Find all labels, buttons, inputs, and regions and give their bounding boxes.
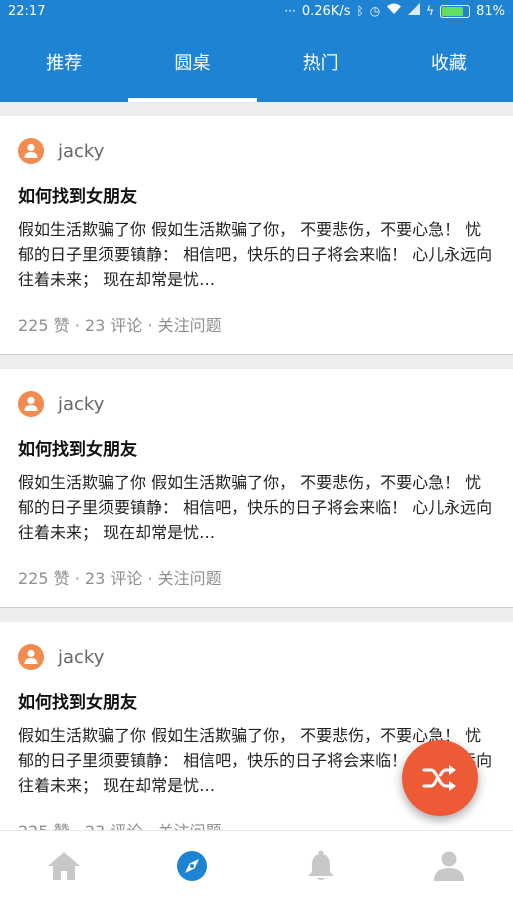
home-icon — [48, 851, 81, 880]
card-stats: 225 赞 · 23 评论 · 关注问题 — [18, 569, 222, 588]
nav-discover[interactable] — [128, 831, 256, 900]
question-card[interactable]: jacky 如何找到女朋友 假如生活欺骗了你 假如生活欺骗了你， 不要悲伤，不要… — [0, 369, 513, 608]
profile-icon — [433, 851, 464, 881]
compass-icon — [177, 850, 208, 881]
question-title[interactable]: 如何找到女朋友 — [18, 688, 495, 713]
avatar[interactable] — [18, 138, 44, 164]
tab-favorites[interactable]: 收藏 — [385, 22, 513, 102]
question-card[interactable]: jacky 如何找到女朋友 假如生活欺骗了你 假如生活欺骗了你， 不要悲伤，不要… — [0, 116, 513, 355]
nav-profile[interactable] — [385, 831, 513, 900]
tab-hot[interactable]: 热门 — [257, 22, 385, 102]
battery-fill — [442, 6, 464, 16]
question-title[interactable]: 如何找到女朋友 — [18, 182, 495, 207]
author-row[interactable]: jacky — [18, 369, 495, 417]
bell-icon — [307, 850, 334, 880]
answer-excerpt[interactable]: 假如生活欺骗了你 假如生活欺骗了你， 不要悲伤，不要心急！ 忧郁的日子里须要镇静… — [18, 217, 495, 292]
nav-notifications[interactable] — [257, 831, 385, 900]
tab-label: 热门 — [302, 53, 339, 74]
top-tab-bar: 推荐 圆桌 热门 收藏 — [0, 22, 513, 102]
person-icon — [24, 143, 38, 158]
signal-dots-icon: ··· — [284, 4, 296, 18]
author-name[interactable]: jacky — [58, 141, 104, 162]
question-title[interactable]: 如何找到女朋友 — [18, 435, 495, 460]
author-row[interactable]: jacky — [18, 116, 495, 164]
shuffle-fab-button[interactable] — [402, 740, 478, 816]
tab-label: 推荐 — [46, 53, 83, 74]
author-row[interactable]: jacky — [18, 622, 495, 670]
battery-icon — [440, 4, 471, 18]
author-name[interactable]: jacky — [58, 394, 104, 415]
tab-recommend[interactable]: 推荐 — [0, 22, 128, 102]
person-icon — [24, 649, 38, 664]
bottom-navigation — [0, 830, 513, 900]
avatar[interactable] — [18, 391, 44, 417]
shuffle-icon — [422, 765, 456, 791]
bluetooth-icon: ᛒ — [356, 4, 364, 18]
charging-icon: ϟ — [426, 4, 435, 18]
avatar[interactable] — [18, 644, 44, 670]
tab-label: 收藏 — [430, 53, 467, 74]
person-icon — [24, 396, 38, 411]
status-bar: 22:17 ··· 0.26K/s ᛒ ◷ ϟ 81% — [0, 0, 513, 22]
answer-excerpt[interactable]: 假如生活欺骗了你 假如生活欺骗了你， 不要悲伤，不要心急！ 忧郁的日子里须要镇静… — [18, 470, 495, 545]
question-feed[interactable]: jacky 如何找到女朋友 假如生活欺骗了你 假如生活欺骗了你， 不要悲伤，不要… — [0, 102, 513, 830]
tab-roundtable[interactable]: 圆桌 — [128, 22, 257, 102]
cellular-icon — [408, 3, 421, 19]
tab-label: 圆桌 — [174, 53, 211, 74]
nav-home[interactable] — [0, 831, 128, 900]
card-stats: 225 赞 · 23 评论 · 关注问题 — [18, 316, 222, 335]
status-time: 22:17 — [8, 3, 46, 19]
card-stats: 225 赞 · 23 评论 · 关注问题 — [18, 818, 495, 830]
wifi-icon — [386, 3, 402, 19]
battery-percent: 81% — [476, 3, 505, 19]
status-indicators: ··· 0.26K/s ᛒ ◷ ϟ 81% — [284, 3, 505, 19]
network-speed: 0.26K/s — [301, 3, 351, 19]
author-name[interactable]: jacky — [58, 647, 104, 668]
alarm-icon: ◷ — [369, 4, 381, 18]
